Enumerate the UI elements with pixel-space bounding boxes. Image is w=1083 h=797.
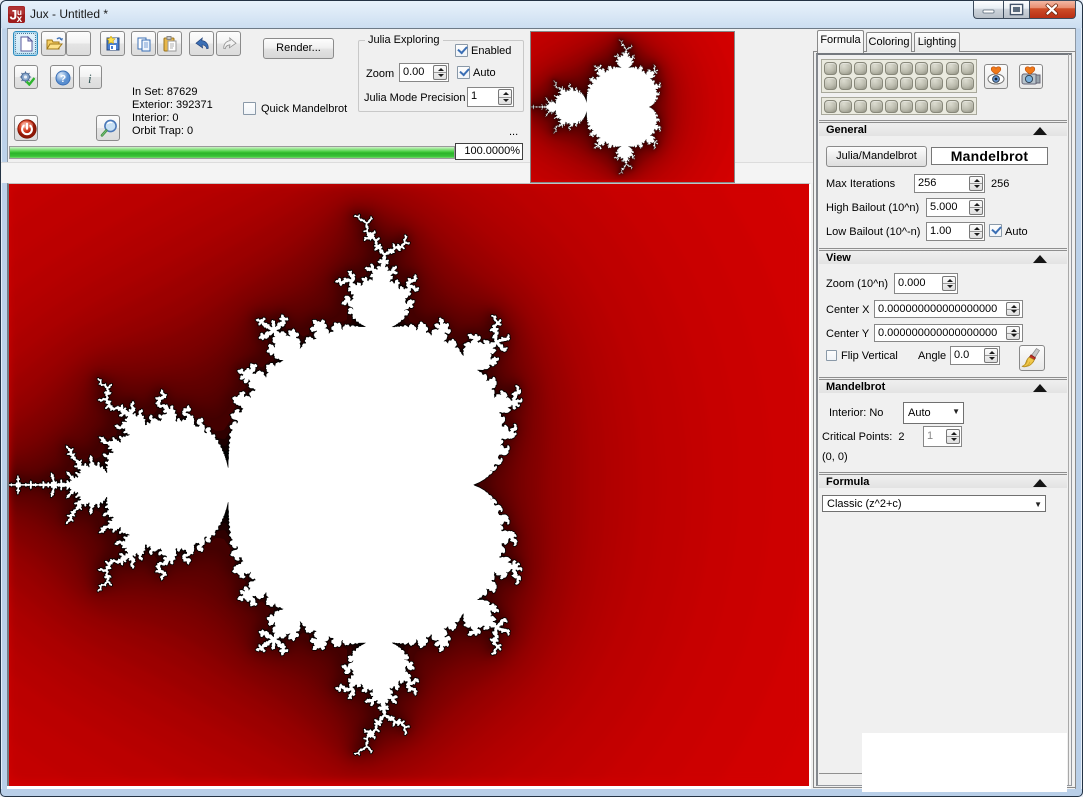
svg-text:?: ? [60, 74, 66, 85]
svg-text:i: i [88, 71, 92, 86]
svg-text:x: x [17, 14, 23, 23]
